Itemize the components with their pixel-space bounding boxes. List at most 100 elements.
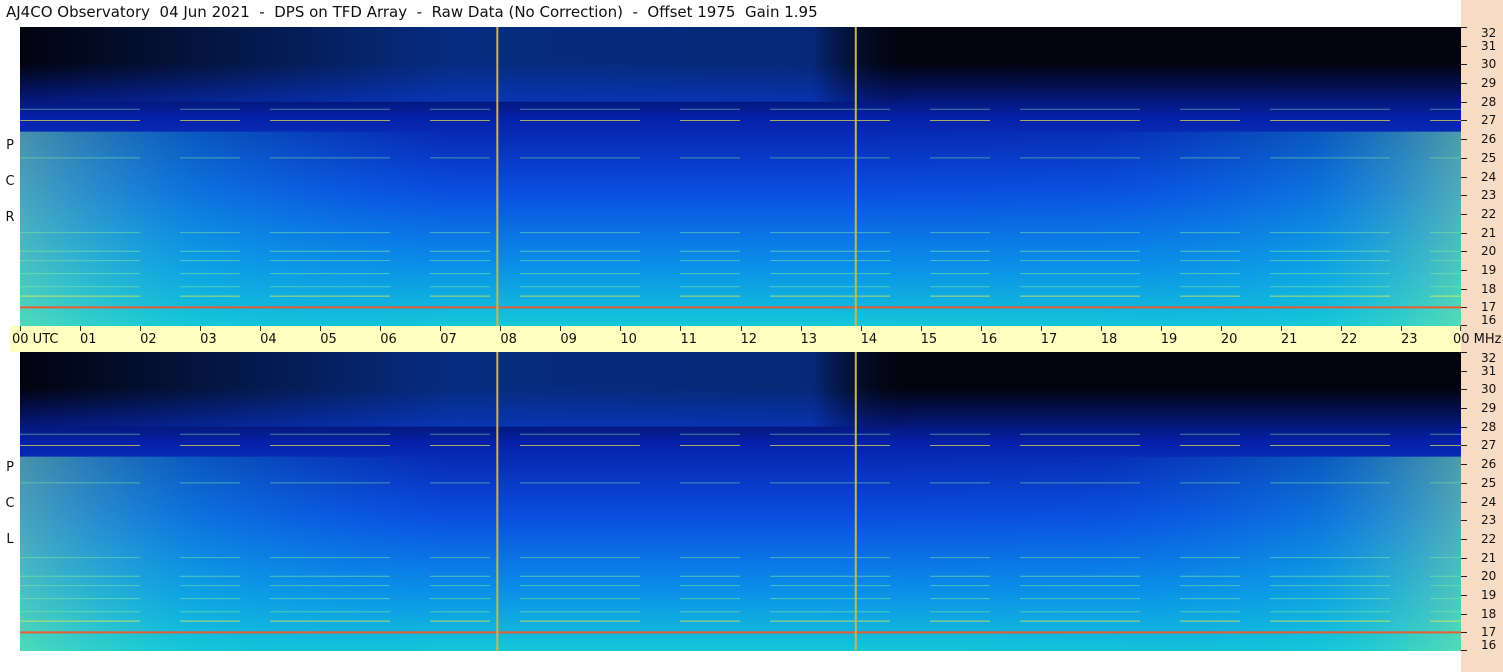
rcp-freq-tick-17 bbox=[1461, 307, 1467, 309]
rcp-freq-label-20: 20 bbox=[1481, 244, 1497, 259]
lcp-freq-tick-18 bbox=[1461, 613, 1467, 615]
utc-tick-16 bbox=[980, 326, 982, 331]
lcp-spectrogram-svg bbox=[20, 352, 1461, 651]
utc-tick-11 bbox=[680, 326, 682, 331]
daytime-absorption-region bbox=[20, 352, 1461, 427]
rcp-freq-tick-19 bbox=[1461, 269, 1467, 271]
utc-tick-23 bbox=[1400, 326, 1402, 331]
lcp-freq-tick-31 bbox=[1461, 370, 1467, 372]
rcp-freq-label-21: 21 bbox=[1481, 225, 1497, 240]
rcp-freq-tick-28 bbox=[1461, 101, 1467, 103]
lcp-freq-tick-20 bbox=[1461, 576, 1467, 578]
chart-title: AJ4CO Observatory 04 Jun 2021 - DPS on T… bbox=[6, 3, 818, 21]
utc-label-23: 23 bbox=[1400, 332, 1418, 347]
lcp-freq-tick-30 bbox=[1461, 389, 1467, 391]
rcp-freq-label-29: 29 bbox=[1481, 76, 1497, 91]
utc-label-3: 03 bbox=[200, 332, 217, 347]
utc-tick-15 bbox=[920, 326, 922, 331]
rcp-freq-tick-23 bbox=[1461, 195, 1467, 197]
rcp-frequency-axis: 16 17 18 19 20 21 22 23 24 25 26 27 28 29 30 31 32 bbox=[1461, 26, 1503, 327]
lcp-freq-label-16: 16 bbox=[1481, 638, 1497, 652]
rcp-freq-tick-24 bbox=[1461, 176, 1467, 178]
lcp-freq-label-18: 18 bbox=[1481, 606, 1497, 621]
rcp-freq-label-16: 16 bbox=[1481, 313, 1497, 327]
utc-tick-0 bbox=[20, 326, 21, 331]
rcp-freq-label-22: 22 bbox=[1481, 206, 1497, 221]
lcp-freq-label-21: 21 bbox=[1481, 550, 1497, 565]
utc-tick-19 bbox=[1160, 326, 1162, 331]
lcp-freq-tick-29 bbox=[1461, 408, 1467, 410]
rcp-freq-label-23: 23 bbox=[1481, 188, 1497, 203]
lcp-spectrogram bbox=[20, 352, 1461, 651]
utc-label-17: 17 bbox=[1040, 332, 1058, 347]
utc-label-0: 00 UTC bbox=[12, 332, 59, 347]
utc-label-16: 16 bbox=[980, 332, 998, 347]
rcp-freq-tick-20 bbox=[1461, 251, 1467, 253]
utc-label-9: 09 bbox=[560, 332, 577, 347]
utc-label-10: 10 bbox=[620, 332, 637, 347]
lcp-freq-label-26: 26 bbox=[1481, 457, 1497, 472]
lcp-letter-1: P bbox=[6, 460, 14, 475]
lcp-freq-label-24: 24 bbox=[1481, 494, 1497, 509]
utc-tick-2 bbox=[140, 326, 142, 331]
utc-label-13: 13 bbox=[800, 332, 818, 347]
lcp-freq-label-28: 28 bbox=[1481, 419, 1497, 434]
utc-label-5: 05 bbox=[320, 332, 337, 347]
rcp-freq-label-26: 26 bbox=[1481, 132, 1497, 147]
lcp-freq-label-32: 32 bbox=[1481, 351, 1497, 365]
utc-label-1: 01 bbox=[80, 332, 97, 347]
utc-tick-22 bbox=[1340, 326, 1342, 331]
lcp-freq-tick-28 bbox=[1461, 426, 1467, 428]
utc-tick-21 bbox=[1280, 326, 1282, 331]
lcp-freq-tick-24 bbox=[1461, 501, 1467, 503]
lcp-frequency-axis: 16 17 18 19 20 21 22 23 24 25 26 27 28 29 30 31 32 bbox=[1461, 351, 1503, 652]
utc-label-8: 08 bbox=[500, 332, 517, 347]
rcp-label: P C R bbox=[3, 128, 17, 236]
rcp-letter-3: R bbox=[5, 210, 15, 225]
utc-label-22: 22 bbox=[1340, 332, 1358, 347]
utc-tick-13 bbox=[800, 326, 802, 331]
rcp-freq-label-30: 30 bbox=[1481, 57, 1497, 72]
rcp-freq-label-19: 19 bbox=[1481, 262, 1497, 277]
night-edge-glow bbox=[20, 131, 1461, 326]
rcp-freq-label-32: 32 bbox=[1481, 26, 1497, 40]
utc-label-20: 20 bbox=[1220, 332, 1238, 347]
rcp-freq-tick-31 bbox=[1461, 45, 1467, 47]
utc-label-4: 04 bbox=[260, 332, 277, 347]
lcp-freq-tick-25 bbox=[1461, 482, 1467, 484]
utc-label-7: 07 bbox=[440, 332, 457, 347]
rcp-freq-tick-29 bbox=[1461, 83, 1467, 85]
lcp-freq-label-31: 31 bbox=[1481, 363, 1497, 378]
utc-tick-14 bbox=[860, 326, 862, 331]
lcp-letter-2: C bbox=[5, 496, 15, 511]
utc-label-15: 15 bbox=[920, 332, 938, 347]
utc-tick-7 bbox=[440, 326, 442, 331]
rcp-letter-1: P bbox=[6, 138, 14, 153]
utc-label-19: 19 bbox=[1160, 332, 1178, 347]
rcp-freq-label-17: 17 bbox=[1481, 300, 1497, 315]
lcp-freq-tick-22 bbox=[1461, 538, 1467, 540]
rcp-freq-tick-18 bbox=[1461, 288, 1467, 290]
lcp-freq-tick-21 bbox=[1461, 557, 1467, 559]
utc-label-24: 00 MHz bbox=[1453, 332, 1502, 347]
rcp-spectrogram-svg bbox=[20, 27, 1461, 326]
lcp-freq-label-27: 27 bbox=[1481, 438, 1497, 453]
utc-tick-8 bbox=[500, 326, 502, 331]
lcp-freq-tick-17 bbox=[1461, 632, 1467, 634]
rcp-freq-tick-21 bbox=[1461, 232, 1467, 234]
utc-label-11: 11 bbox=[680, 332, 697, 347]
utc-label-14: 14 bbox=[860, 332, 878, 347]
lcp-freq-label-22: 22 bbox=[1481, 531, 1497, 546]
utc-label-21: 21 bbox=[1280, 332, 1298, 347]
rcp-freq-tick-32 bbox=[1461, 27, 1467, 28]
utc-label-6: 06 bbox=[380, 332, 397, 347]
rcp-freq-label-31: 31 bbox=[1481, 38, 1497, 53]
lcp-freq-label-19: 19 bbox=[1481, 587, 1497, 602]
lcp-letter-3: L bbox=[6, 532, 14, 547]
utc-time-axis: 00 UTC 01 02 03 04 05 06 07 08 09 10 11 12 13 14 15 16 17… bbox=[10, 326, 1502, 352]
rcp-spectrogram bbox=[20, 27, 1461, 326]
rcp-freq-tick-16 bbox=[1461, 325, 1467, 326]
rcp-freq-tick-25 bbox=[1461, 157, 1467, 159]
rcp-freq-tick-22 bbox=[1461, 213, 1467, 215]
rcp-freq-label-25: 25 bbox=[1481, 150, 1497, 165]
